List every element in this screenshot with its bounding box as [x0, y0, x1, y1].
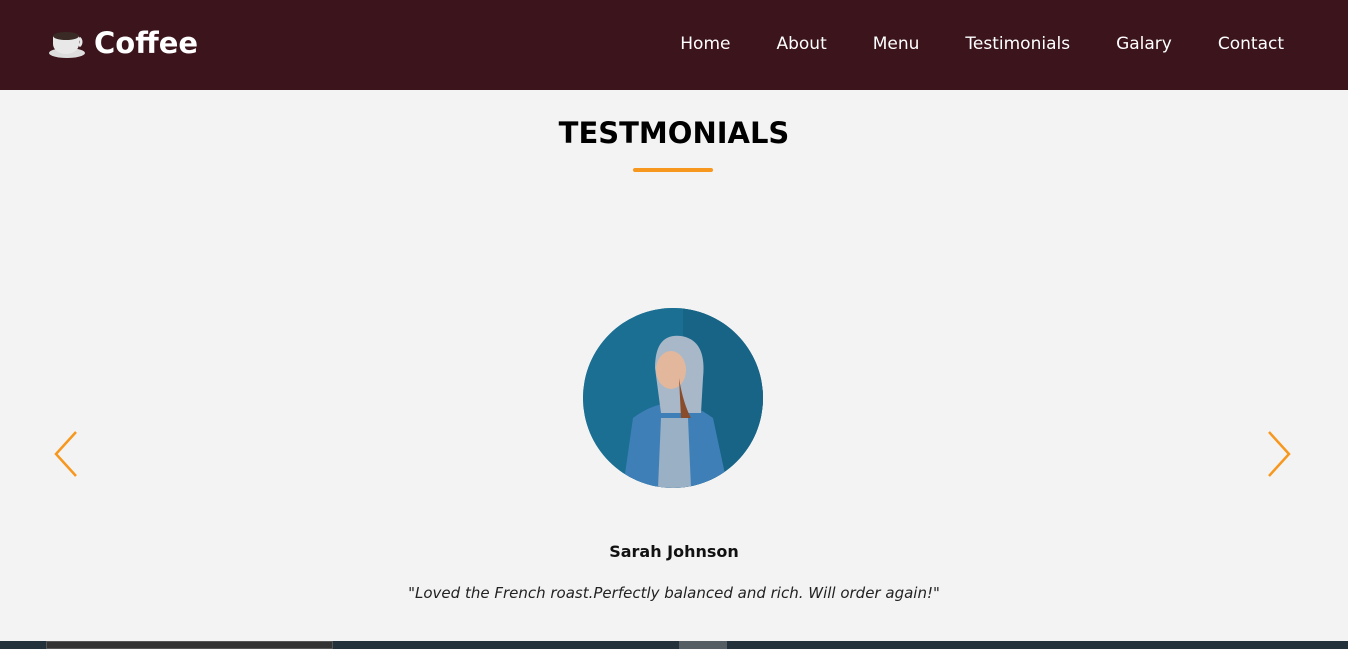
- nav-menu[interactable]: Menu: [873, 34, 920, 54]
- brand-logo[interactable]: Coffee: [48, 26, 198, 60]
- testimonial-quote: "Loved the French roast.Perfectly balanc…: [408, 584, 940, 602]
- testimonial-avatar: [583, 308, 763, 488]
- taskbar-window[interactable]: [46, 641, 333, 649]
- testimonial-name: Sarah Johnson: [609, 542, 739, 561]
- coffee-cup-icon: [49, 32, 85, 58]
- next-arrow-icon[interactable]: [1265, 430, 1293, 482]
- brand-name: Coffee: [94, 26, 199, 60]
- nav-about[interactable]: About: [776, 34, 826, 54]
- nav-galary[interactable]: Galary: [1116, 34, 1172, 54]
- nav-contact[interactable]: Contact: [1218, 34, 1284, 54]
- navbar: Coffee Home About Menu Testimonials Gala…: [0, 0, 1348, 90]
- prev-arrow-icon[interactable]: [52, 430, 80, 482]
- taskbar-item[interactable]: [679, 641, 727, 649]
- nav-home[interactable]: Home: [680, 34, 730, 54]
- nav-testimonials[interactable]: Testimonials: [965, 34, 1070, 54]
- main-menu: Home About Menu Testimonials Galary Cont…: [680, 34, 1284, 54]
- title-underline: [633, 168, 713, 172]
- section-title: TESTMONIALS: [558, 116, 790, 150]
